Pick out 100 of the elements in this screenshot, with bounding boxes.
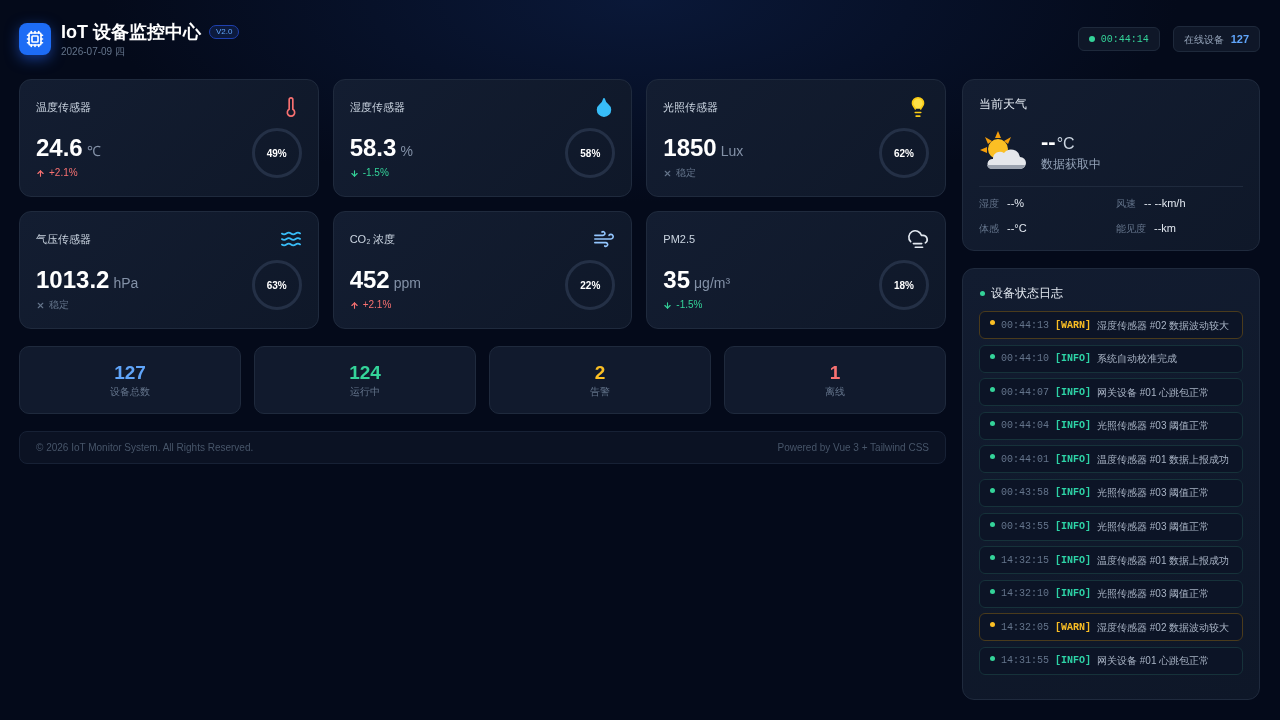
- log-time: 00:44:13: [1001, 318, 1049, 333]
- log-time: 00:44:04: [1001, 419, 1049, 434]
- powered-by-text: Powered by Vue 3 + Tailwind CSS: [777, 441, 929, 455]
- stat-label: 运行中: [350, 384, 380, 399]
- chip-icon: [19, 23, 51, 55]
- log-title: 设备状态日志: [991, 285, 1063, 301]
- sensor-unit: Lux: [720, 142, 744, 160]
- arrow-up-icon: [36, 168, 45, 178]
- log-time: 00:43:55: [1001, 520, 1049, 535]
- app-title: IoT 设备监控中心: [61, 20, 201, 43]
- sensor-value: 58.3: [349, 134, 397, 162]
- trend-text: +2.1%: [49, 166, 78, 180]
- sensor-unit: %: [400, 142, 413, 160]
- stat-label: 告警: [590, 384, 610, 399]
- sun-cloud-icon: [980, 131, 1026, 171]
- sensor-unit: ℃: [86, 142, 101, 160]
- log-time: 14:32:15: [1001, 553, 1049, 568]
- log-time: 00:44:10: [1001, 352, 1049, 367]
- stat-label: 离线: [825, 384, 845, 399]
- log-tag: [INFO]: [1055, 586, 1092, 602]
- sensor-title: PM2.5: [663, 232, 696, 246]
- weather-title: 当前天气: [979, 96, 1028, 112]
- trend-text: 稳定: [676, 166, 697, 180]
- online-label: 在线设备: [1183, 32, 1224, 47]
- sensor-value: 452: [349, 266, 390, 294]
- log-tag: [WARN]: [1055, 619, 1092, 635]
- weather-detail-label: 体感: [979, 221, 999, 236]
- log-tag: [INFO]: [1055, 552, 1092, 568]
- cross-icon: [36, 300, 45, 310]
- log-message: 网关设备 #01 心跳包正常: [1097, 385, 1210, 400]
- stat-value: 124: [349, 361, 381, 384]
- cross-icon: [663, 168, 673, 178]
- log-time: 00:43:58: [1001, 486, 1049, 501]
- weather-detail-value: -- --km/h: [1144, 195, 1186, 211]
- log-message: 网关设备 #01 心跳包正常: [1097, 654, 1210, 669]
- trend-text: -1.5%: [362, 166, 389, 180]
- sensor-title: CO₂ 浓度: [349, 232, 396, 246]
- log-tag: [INFO]: [1055, 653, 1092, 669]
- log-time: 14:32:05: [1001, 620, 1049, 635]
- log-tag: [INFO]: [1055, 418, 1092, 434]
- log-message: 光照传感器 #03 阈值正常: [1097, 520, 1210, 535]
- log-message: 湿度传感器 #02 数据波动较大: [1097, 318, 1230, 333]
- weather-detail-value: --%: [1007, 195, 1025, 211]
- log-tag: [INFO]: [1055, 485, 1092, 501]
- log-message: 湿度传感器 #02 数据波动较大: [1097, 620, 1230, 635]
- sensor-value: 24.6: [36, 134, 83, 162]
- weather-detail-label: 风速: [1116, 196, 1136, 211]
- log-time: 14:32:10: [1001, 587, 1049, 602]
- sensor-title: 湿度传感器: [349, 100, 405, 114]
- trend-text: 稳定: [49, 298, 69, 312]
- arrow-up-icon: [349, 300, 359, 310]
- stat-value: 1: [829, 361, 841, 384]
- progress-ring: 63%: [251, 260, 302, 310]
- log-tag: [INFO]: [1055, 451, 1092, 467]
- clock-text: 00:44:14: [1100, 32, 1149, 47]
- progress-ring: 62%: [879, 128, 929, 178]
- trend-text: +2.1%: [362, 298, 392, 312]
- sensor-title: 气压传感器: [36, 232, 91, 246]
- log-tag: [INFO]: [1055, 519, 1092, 535]
- sensor-title: 光照传感器: [663, 100, 719, 114]
- progress-ring: 49%: [251, 128, 302, 178]
- sensor-unit: hPa: [113, 274, 139, 292]
- log-tag: [WARN]: [1055, 317, 1092, 333]
- weather-detail-value: --°C: [1007, 220, 1027, 236]
- sensor-title: 温度传感器: [36, 100, 91, 114]
- arrow-down-icon: [663, 300, 673, 310]
- sensor-value: 35: [663, 266, 691, 294]
- sensor-unit: μg/m³: [694, 274, 731, 292]
- log-message: 温度传感器 #01 数据上报成功: [1097, 553, 1230, 568]
- copyright-text: © 2026 IoT Monitor System. All Rights Reserved.: [36, 441, 254, 455]
- weather-detail-label: 能见度: [1116, 221, 1146, 236]
- progress-ring: 22%: [565, 260, 616, 310]
- sensor-value: 1013.2: [36, 266, 110, 294]
- temperature-unit: °C: [1056, 134, 1075, 154]
- date-text: 2026-07-09 四: [61, 45, 126, 58]
- log-message: 光照传感器 #03 阈值正常: [1097, 419, 1210, 434]
- temperature-value: --: [1041, 130, 1056, 154]
- log-time: 14:31:55: [1001, 654, 1049, 669]
- fog-icon: [907, 228, 929, 250]
- weather-detail-value: --km: [1154, 220, 1176, 236]
- log-message: 温度传感器 #01 数据上报成功: [1097, 452, 1230, 467]
- log-message: 光照传感器 #03 阈值正常: [1097, 486, 1210, 501]
- log-message: 光照传感器 #03 阈值正常: [1097, 587, 1210, 602]
- arrow-down-icon: [349, 168, 359, 178]
- log-tag: [INFO]: [1055, 351, 1092, 367]
- wind-icon: [593, 228, 616, 250]
- weather-detail-label: 湿度: [979, 196, 999, 211]
- stat-value: 127: [114, 361, 146, 384]
- online-count: 127: [1230, 31, 1249, 47]
- log-message: 系统自动校准完成: [1097, 352, 1178, 367]
- stat-label: 设备总数: [110, 384, 150, 399]
- sensor-value: 1850: [663, 134, 717, 162]
- version-badge: V2.0: [209, 24, 240, 39]
- progress-ring: 58%: [565, 128, 616, 178]
- sensor-unit: ppm: [393, 274, 421, 292]
- progress-ring: 18%: [879, 260, 929, 310]
- trend-text: -1.5%: [676, 298, 703, 312]
- log-time: 00:44:07: [1001, 385, 1049, 400]
- log-time: 00:44:01: [1001, 452, 1049, 467]
- weather-status: 数据获取中: [1041, 156, 1101, 172]
